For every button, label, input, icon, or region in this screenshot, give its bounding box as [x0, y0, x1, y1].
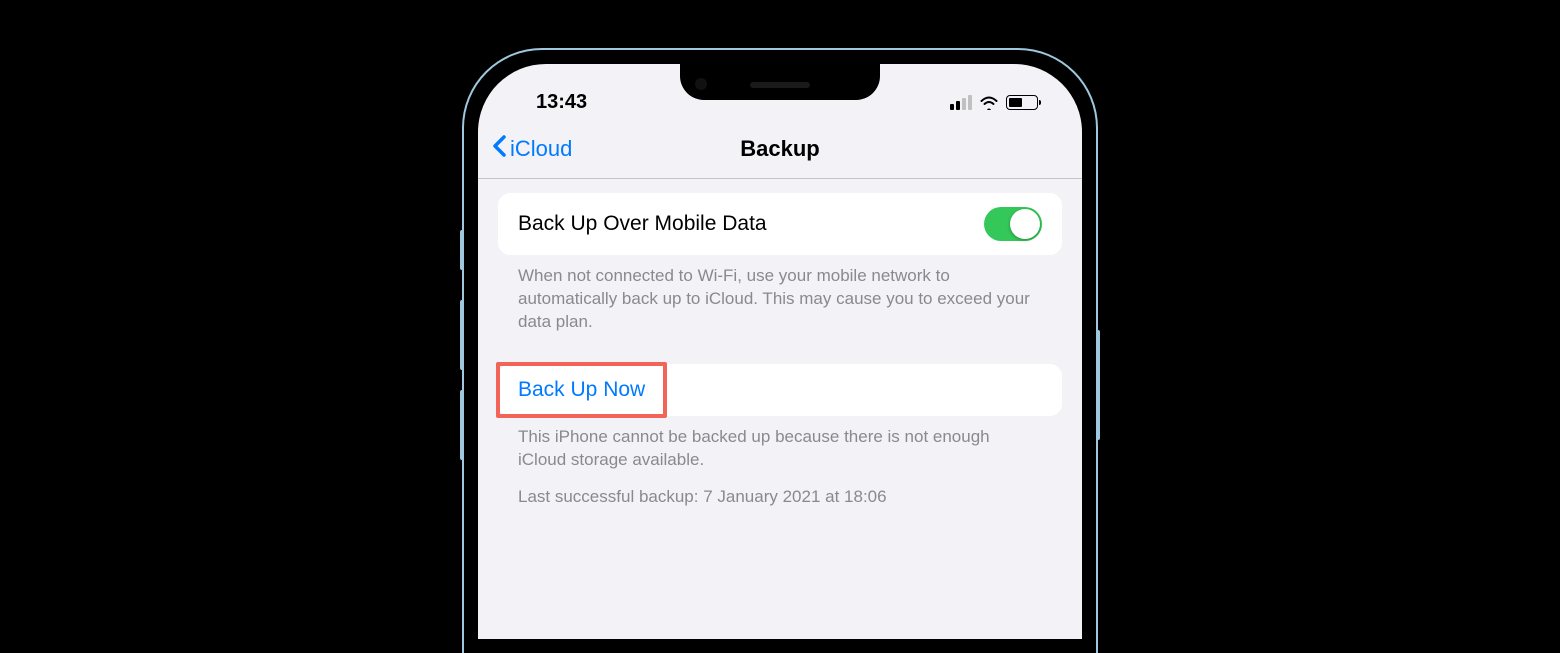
status-indicators	[950, 95, 1038, 110]
battery-icon	[1006, 95, 1038, 110]
back-up-now-cell[interactable]: Back Up Now	[498, 364, 1062, 416]
power-button	[1096, 330, 1100, 440]
speaker	[750, 82, 810, 88]
volume-up-button	[460, 300, 464, 370]
back-button[interactable]: iCloud	[492, 135, 572, 163]
cellular-signal-icon	[950, 95, 972, 110]
back-label: iCloud	[510, 136, 572, 162]
notch	[680, 64, 880, 100]
settings-content: Back Up Over Mobile Data When not connec…	[478, 179, 1082, 509]
navigation-bar: iCloud Backup	[478, 122, 1082, 179]
status-time: 13:43	[536, 91, 587, 114]
annotation-highlight: Back Up Now	[496, 362, 667, 418]
wifi-icon	[979, 95, 999, 110]
mobile-data-footer: When not connected to Wi-Fi, use your mo…	[478, 255, 1082, 334]
phone-frame: 13:43	[462, 48, 1098, 653]
toggle-knob	[1010, 209, 1040, 239]
backup-over-mobile-data-cell[interactable]: Back Up Over Mobile Data	[498, 193, 1062, 255]
phone-screen: 13:43	[478, 64, 1082, 639]
back-up-now-label: Back Up Now	[518, 378, 645, 401]
volume-down-button	[460, 390, 464, 460]
chevron-left-icon	[492, 135, 506, 163]
page-title: Backup	[740, 136, 819, 162]
cell-label: Back Up Over Mobile Data	[518, 212, 767, 236]
backup-error-text: This iPhone cannot be backed up because …	[478, 416, 1082, 472]
mobile-data-toggle[interactable]	[984, 207, 1042, 241]
last-backup-text: Last successful backup: 7 January 2021 a…	[478, 472, 1082, 509]
mute-switch	[460, 230, 464, 270]
front-camera	[695, 78, 707, 90]
